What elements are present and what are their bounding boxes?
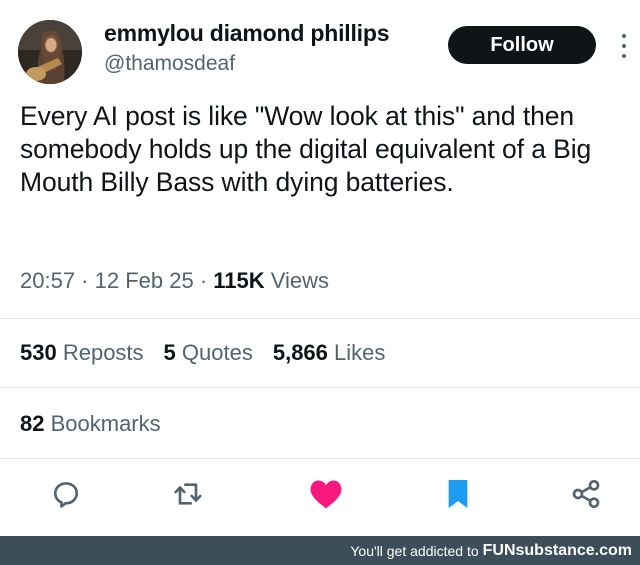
views-label: Views — [264, 268, 330, 293]
share-icon — [572, 480, 600, 508]
meta-separator: · — [75, 268, 95, 293]
tweet-date[interactable]: 12 Feb 25 — [95, 268, 194, 293]
more-dot — [622, 44, 626, 48]
footer-text: You'll get addicted to — [350, 542, 479, 559]
display-name[interactable]: emmylou diamond phillips — [104, 20, 389, 47]
engagement-stats: 530 Reposts 5 Quotes 5,866 Likes — [20, 340, 385, 366]
divider — [0, 458, 640, 459]
tweet-meta: 20:57 · 12 Feb 25 · 115K Views — [20, 268, 329, 294]
meta-separator: · — [193, 268, 214, 293]
reply-icon — [53, 482, 79, 508]
retweet-icon — [174, 483, 202, 505]
bookmarks-stat[interactable]: 82 Bookmarks — [20, 411, 161, 437]
bookmarks-label: Bookmarks — [44, 411, 161, 436]
follow-button[interactable]: Follow — [448, 26, 596, 64]
more-options-icon[interactable] — [614, 34, 634, 58]
divider — [0, 387, 640, 388]
share-button[interactable] — [568, 476, 604, 512]
reposts-count: 530 — [20, 340, 57, 365]
bookmarks-count: 82 — [20, 411, 45, 436]
avatar-image — [18, 20, 82, 84]
views-count: 115K — [213, 268, 265, 293]
bookmark-icon — [448, 480, 468, 508]
avatar[interactable] — [18, 20, 82, 84]
quotes-label: Quotes — [175, 340, 253, 365]
watermark-footer: You'll get addicted to FUNsubstance.com — [0, 536, 640, 565]
footer-brand[interactable]: FUNsubstance.com — [483, 542, 632, 560]
reposts-stat[interactable]: 530 Reposts — [20, 340, 144, 366]
user-handle[interactable]: @thamosdeaf — [104, 52, 235, 76]
tweet-text: Every AI post is like "Wow look at this"… — [20, 101, 592, 197]
retweet-button[interactable] — [170, 476, 206, 512]
bookmark-button[interactable] — [440, 476, 476, 512]
divider — [0, 318, 640, 319]
more-dot — [622, 54, 626, 58]
action-bar — [0, 476, 640, 516]
reposts-label: Reposts — [56, 340, 144, 365]
more-dot — [622, 34, 626, 38]
likes-stat[interactable]: 5,866 Likes — [273, 340, 386, 366]
like-button[interactable] — [308, 476, 344, 512]
quotes-stat[interactable]: 5 Quotes — [164, 340, 253, 366]
likes-count: 5,866 — [272, 340, 328, 365]
reply-button[interactable] — [48, 476, 84, 512]
heart-icon — [310, 480, 342, 509]
quotes-count: 5 — [163, 340, 176, 365]
likes-label: Likes — [327, 340, 386, 365]
tweet-time[interactable]: 20:57 — [20, 268, 75, 293]
